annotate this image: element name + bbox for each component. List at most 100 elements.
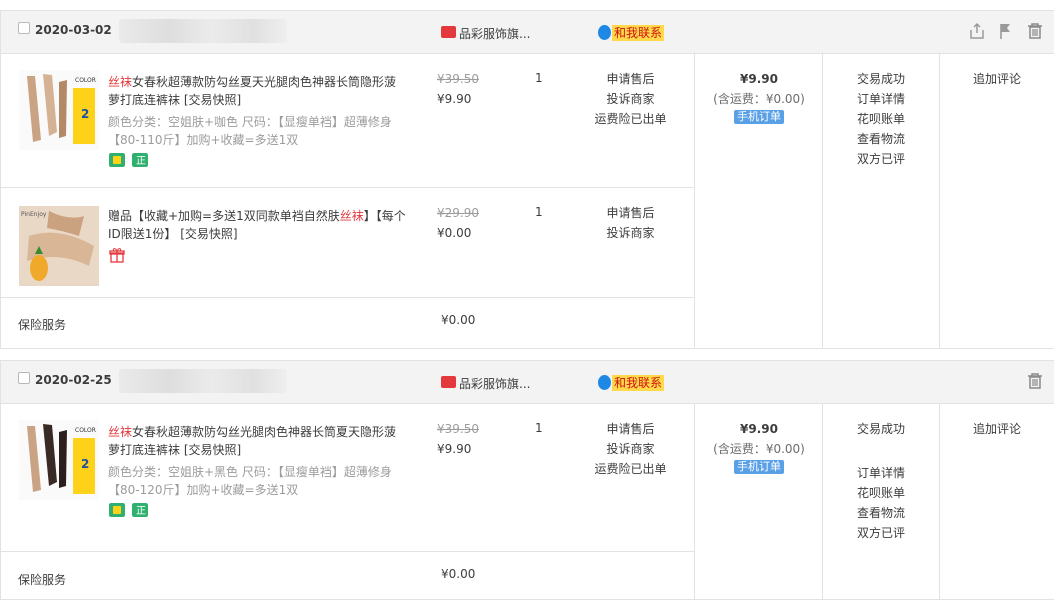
total-price: ¥9.90 xyxy=(740,422,778,436)
svg-text:PinEnjoy: PinEnjoy xyxy=(21,211,47,218)
contact-seller-button[interactable]: 和我联系 xyxy=(612,25,665,41)
svg-text:正: 正 xyxy=(136,156,146,167)
order-checkbox[interactable] xyxy=(18,22,30,34)
order-number-redacted xyxy=(119,19,287,43)
authentic-icon[interactable]: 正 xyxy=(132,503,148,517)
price-block: ¥29.90 ¥0.00 xyxy=(437,203,479,243)
order-date: 2020-03-02 xyxy=(35,23,112,37)
price-block: ¥39.50 ¥9.90 xyxy=(437,69,479,109)
gift-title-link[interactable]: 赠品【收藏+加购=多送1双同款单裆自然肤丝袜】【每个ID限送1份】 [交易快照] xyxy=(108,207,406,243)
item-operations: 申请售后 投诉商家 运费险已出单 xyxy=(593,69,668,129)
order-detail-link[interactable]: 订单详情 xyxy=(823,89,939,109)
original-price: ¥39.50 xyxy=(437,72,479,86)
actual-price: ¥9.90 xyxy=(437,92,472,106)
title-keyword: 丝袜 xyxy=(108,75,133,89)
shop-name-link[interactable]: 品彩服饰旗... xyxy=(459,25,530,42)
both-reviewed-link[interactable]: 双方已评 xyxy=(823,523,939,543)
view-logistics-link[interactable]: 查看物流 xyxy=(823,129,939,149)
guarantee-icon[interactable] xyxy=(109,153,125,167)
gift-icon[interactable] xyxy=(109,247,125,263)
svg-text:2: 2 xyxy=(81,107,89,121)
insurance-label: 保险服务 xyxy=(18,318,67,332)
wangwang-icon xyxy=(598,375,611,390)
title-text: 赠品【收藏+加购=多送1双同款单裆自然肤 xyxy=(108,209,340,223)
svg-text:COLOR: COLOR xyxy=(75,427,96,434)
svg-text:正: 正 xyxy=(136,506,146,517)
order-actions xyxy=(1026,372,1044,390)
item-operations: 申请售后 投诉商家 xyxy=(593,203,668,243)
original-price: ¥39.50 xyxy=(437,422,479,436)
quantity: 1 xyxy=(535,205,543,219)
status-spacer xyxy=(823,439,939,463)
status-text: 交易成功 xyxy=(856,422,905,436)
quantity: 1 xyxy=(535,71,543,85)
huabei-bill-link[interactable]: 花呗账单 xyxy=(823,109,939,129)
order-total: ¥9.90 (含运费：¥0.00) 手机订单 xyxy=(695,419,823,474)
complain-seller-link[interactable]: 投诉商家 xyxy=(593,89,668,109)
service-badges: 正 xyxy=(109,153,148,167)
mobile-order-tag: 手机订单 xyxy=(734,110,784,124)
order-actions xyxy=(968,22,1044,40)
shipping-fee: (含运费：¥0.00) xyxy=(713,92,805,106)
insurance-price: ¥0.00 xyxy=(441,313,476,327)
trash-icon[interactable] xyxy=(1026,372,1044,390)
apply-aftersale-link[interactable]: 申请售后 xyxy=(593,69,668,89)
guarantee-icon[interactable] xyxy=(109,503,125,517)
svg-text:2: 2 xyxy=(81,457,89,471)
complain-seller-link[interactable]: 投诉商家 xyxy=(593,223,668,243)
flag-icon[interactable] xyxy=(997,22,1015,40)
share-icon[interactable] xyxy=(968,22,986,40)
shop-name-link[interactable]: 品彩服饰旗... xyxy=(459,375,530,392)
product-thumbnail[interactable]: PinEnjoy xyxy=(19,206,99,286)
service-badges: 正 xyxy=(109,503,148,517)
title-text: 女春秋超薄款防勾丝夏天光腿肉色神器长筒隐形菠萝打底连裤袜 [交易快照] xyxy=(108,75,397,107)
add-review-link[interactable]: 追加评论 xyxy=(939,419,1054,439)
tmall-icon xyxy=(441,376,456,388)
shipping-insurance-link[interactable]: 运费险已出单 xyxy=(593,109,668,129)
apply-aftersale-link[interactable]: 申请售后 xyxy=(593,419,668,439)
order-checkbox[interactable] xyxy=(18,372,30,384)
price-block: ¥39.50 ¥9.90 xyxy=(437,419,479,459)
insurance-label: 保险服务 xyxy=(18,573,67,587)
product-thumbnail[interactable]: COLOR 2 xyxy=(19,420,99,500)
order-total: ¥9.90 (含运费：¥0.00) 手机订单 xyxy=(695,69,823,124)
contact-seller-button[interactable]: 和我联系 xyxy=(612,375,665,391)
order-detail-link[interactable]: 订单详情 xyxy=(823,463,939,483)
actual-price: ¥0.00 xyxy=(437,226,472,240)
order-date: 2020-02-25 xyxy=(35,373,112,387)
product-attributes: 颜色分类：空姐肤+黑色 尺码：【显瘦单裆】超薄修身【80-120斤】加购+收藏=… xyxy=(108,465,392,497)
authentic-icon[interactable]: 正 xyxy=(132,153,148,167)
order-status: 交易成功 订单详情 花呗账单 查看物流 双方已评 xyxy=(823,419,939,543)
title-text: 女春秋超薄款防勾丝光腿肉色神器长筒夏天隐形菠萝打底连裤袜 [交易快照] xyxy=(108,425,397,457)
add-review-link[interactable]: 追加评论 xyxy=(939,69,1054,89)
item-operations: 申请售后 投诉商家 运费险已出单 xyxy=(593,419,668,479)
view-logistics-link[interactable]: 查看物流 xyxy=(823,503,939,523)
status-text: 交易成功 xyxy=(856,72,905,86)
order-card: 2020-03-02 品彩服饰旗... 和我联系 COLOR 2 丝袜女春秋超薄… xyxy=(0,10,1054,349)
order-card: 2020-02-25 品彩服饰旗... 和我联系 COLOR 2 丝袜女春秋超薄… xyxy=(0,360,1054,600)
svg-text:COLOR: COLOR xyxy=(75,77,96,84)
order-header: 2020-02-25 品彩服饰旗... 和我联系 xyxy=(1,361,1054,404)
mobile-order-tag: 手机订单 xyxy=(734,460,784,474)
order-number-redacted xyxy=(119,369,287,393)
product-title-link[interactable]: 丝袜女春秋超薄款防勾丝光腿肉色神器长筒夏天隐形菠萝打底连裤袜 [交易快照] xyxy=(108,423,406,459)
apply-aftersale-link[interactable]: 申请售后 xyxy=(593,203,668,223)
quantity: 1 xyxy=(535,421,543,435)
product-thumbnail[interactable]: COLOR 2 xyxy=(19,70,99,150)
actual-price: ¥9.90 xyxy=(437,442,472,456)
order-status: 交易成功 订单详情 花呗账单 查看物流 双方已评 xyxy=(823,69,939,169)
original-price: ¥29.90 xyxy=(437,206,479,220)
trash-icon[interactable] xyxy=(1026,22,1044,40)
insurance-price: ¥0.00 xyxy=(441,567,476,581)
both-reviewed-link[interactable]: 双方已评 xyxy=(823,149,939,169)
huabei-bill-link[interactable]: 花呗账单 xyxy=(823,483,939,503)
shipping-insurance-link[interactable]: 运费险已出单 xyxy=(593,459,668,479)
tmall-icon xyxy=(441,26,456,38)
gift-badges xyxy=(109,247,125,263)
shipping-fee: (含运费：¥0.00) xyxy=(713,442,805,456)
wangwang-icon xyxy=(598,25,611,40)
product-attributes: 颜色分类：空姐肤+咖色 尺码：【显瘦单裆】超薄修身【80-110斤】加购+收藏=… xyxy=(108,115,392,147)
product-title-link[interactable]: 丝袜女春秋超薄款防勾丝夏天光腿肉色神器长筒隐形菠萝打底连裤袜 [交易快照] xyxy=(108,73,406,109)
complain-seller-link[interactable]: 投诉商家 xyxy=(593,439,668,459)
total-price: ¥9.90 xyxy=(740,72,778,86)
